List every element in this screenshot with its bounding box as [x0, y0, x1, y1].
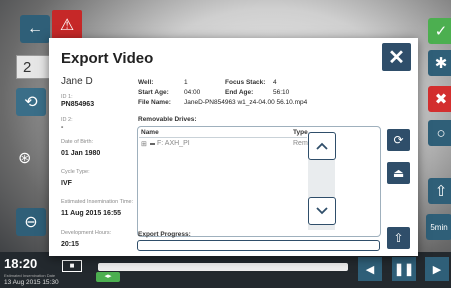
id2-label: ID 2:	[61, 117, 73, 123]
well-selector[interactable]: 2	[16, 55, 50, 79]
end-age-value: 56:10	[273, 89, 290, 96]
focus-value: 4	[273, 79, 277, 86]
drives-list[interactable]: Name Type ⊞ F: AXH_PI Removable	[137, 126, 381, 237]
drive-row[interactable]: ⊞ F: AXH_PI Removable	[139, 139, 395, 150]
export-video-dialog: Export Video ✕ Jane D ID 1: PN854963 ID …	[49, 38, 418, 256]
insem-value: 11 Aug 2015 16:55	[61, 210, 122, 217]
col-name-header: Name	[141, 129, 159, 136]
focus-icon[interactable]: ⊛	[18, 148, 31, 168]
timeline-handle[interactable]: ◂▸	[96, 272, 120, 282]
start-age-value: 04:00	[184, 89, 201, 96]
scroll-down-icon[interactable]	[308, 197, 336, 225]
id2-value: -	[61, 124, 64, 131]
cycle-label: Cycle Type:	[61, 169, 90, 175]
start-age-label: Start Age:	[138, 89, 169, 96]
dob-value: 01 Jan 1980	[61, 150, 101, 157]
date-display: 13 Aug 2015 15:30	[4, 279, 59, 286]
insem-label: Estimated Insemination Time:	[61, 199, 134, 205]
time-display: 18:20	[4, 256, 38, 271]
alert-icon[interactable]: ⚠	[52, 10, 82, 40]
patient-name: Jane D	[61, 76, 93, 87]
timeline-slider[interactable]	[98, 263, 348, 271]
rotate-icon[interactable]: ⟲	[16, 88, 46, 116]
dev-hours-value: 20:15	[61, 241, 79, 248]
snowflake-icon[interactable]: ✱	[428, 50, 451, 76]
drives-title: Removable Drives:	[138, 116, 197, 123]
eject-icon[interactable]: ⏏	[387, 162, 410, 184]
reject-icon[interactable]: ✖	[428, 86, 451, 112]
drive-name: F: AXH_PI	[157, 140, 190, 147]
timeline-bar: 18:20 Estimated Insemination Date 13 Aug…	[0, 252, 451, 288]
export-icon[interactable]: ⇧	[387, 227, 410, 249]
export-progress-bar	[137, 240, 380, 251]
export-progress-label: Export Progress:	[138, 231, 191, 238]
scroll-up-icon[interactable]	[308, 132, 336, 160]
step-back-icon[interactable]: ◀	[358, 257, 382, 281]
header-divider	[139, 137, 307, 138]
id1-value: PN854963	[61, 101, 95, 108]
time-label: Estimated Insemination Date	[4, 273, 56, 278]
circle-icon[interactable]: ○	[428, 120, 451, 146]
drive-icon	[150, 143, 155, 145]
col-type-header: Type	[293, 129, 308, 136]
file-name-label: File Name:	[138, 99, 171, 106]
close-icon[interactable]: ✕	[382, 43, 411, 71]
refresh-icon[interactable]: ⟳	[387, 129, 410, 151]
cycle-value: IVF	[61, 180, 72, 187]
dob-label: Date of Birth:	[61, 139, 94, 145]
interval-button[interactable]: 5min	[426, 214, 451, 240]
check-icon[interactable]: ✓	[428, 18, 451, 44]
camera-icon[interactable]: ■	[62, 260, 82, 272]
file-name-value: JaneD-PN854963 w1_z4-04.00 56.10.mp4	[184, 99, 308, 106]
focus-label: Focus Stack:	[225, 79, 266, 86]
expand-icon[interactable]: ⊞	[141, 140, 147, 148]
dev-hours-label: Development Hours:	[61, 230, 112, 236]
dialog-title: Export Video	[61, 50, 154, 67]
pause-icon[interactable]: ❚❚	[392, 257, 416, 281]
well-label: Well:	[138, 79, 154, 86]
share-icon[interactable]: ⇧	[428, 178, 451, 204]
id1-label: ID 1:	[61, 94, 73, 100]
well-value: 1	[184, 79, 188, 86]
back-arrow-icon[interactable]: ←	[20, 15, 50, 43]
end-age-label: End Age:	[225, 89, 254, 96]
zoom-out-icon[interactable]: ⊖	[16, 208, 46, 236]
step-forward-icon[interactable]: ▶	[425, 257, 449, 281]
